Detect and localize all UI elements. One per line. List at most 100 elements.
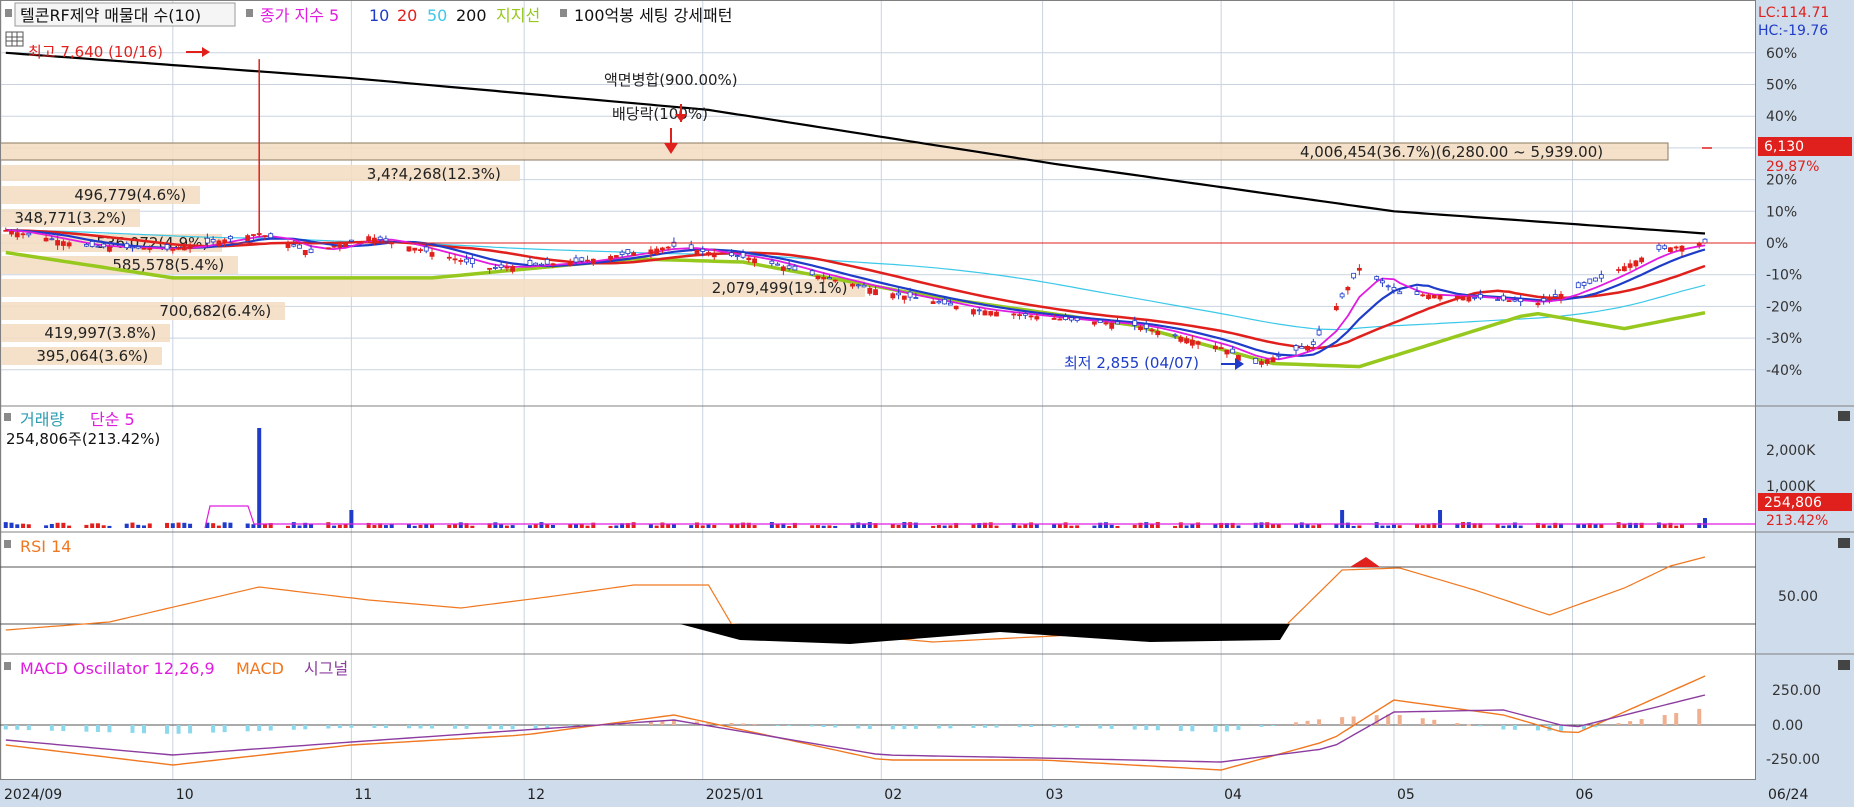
chart-canvas[interactable]: 4,006,454(36.7%)(6,280.00 ~ 5,939.00) 3,4… [0, 0, 1854, 807]
macd-histogram-bar [1144, 725, 1149, 730]
macd-histogram-bar [337, 725, 342, 729]
volume-bar [1518, 525, 1523, 528]
candle-body [1189, 339, 1195, 346]
volume-bar [26, 524, 31, 528]
macd-histogram-bar [1466, 724, 1471, 726]
volume-current-pct: 213.42% [1766, 513, 1828, 529]
legend-support[interactable]: 지지선 [496, 6, 540, 25]
candle-body [1224, 349, 1230, 355]
price-tick-label: 40% [1766, 109, 1797, 125]
candle-body [504, 266, 510, 269]
macd-histogram-bar [1674, 712, 1679, 725]
candle-body [1547, 298, 1552, 301]
rsi-panel-close-icon[interactable] [1838, 538, 1850, 548]
candle-body [1431, 294, 1437, 299]
legend-ma20[interactable]: 20 [397, 6, 417, 25]
macd-label[interactable]: MACD [236, 659, 284, 678]
candle-body [1679, 245, 1685, 252]
candle-body [660, 247, 665, 251]
macd-histogram-bar [453, 725, 458, 729]
volume-bar [1184, 525, 1189, 528]
legend-ma50[interactable]: 50 [427, 6, 447, 25]
macd-histogram-bar [464, 725, 469, 729]
volume-bar [1340, 510, 1345, 528]
candle-body [1132, 320, 1138, 326]
signal-label[interactable]: 시그널 [304, 659, 348, 678]
volume-bar [49, 523, 54, 528]
candle-body [1581, 282, 1587, 286]
macd-histogram-bar [1374, 715, 1379, 725]
macd-histogram-bar [61, 725, 66, 732]
volume-bar [1662, 524, 1667, 528]
candle-body [1495, 299, 1501, 301]
volume-ma-label[interactable]: 단순 5 [90, 410, 135, 429]
volume-bar [1438, 510, 1443, 528]
volume-title[interactable]: 거래량 [20, 410, 64, 429]
macd-histogram-bar [1697, 708, 1702, 725]
volume-bar [539, 522, 544, 528]
volume-bar [1351, 525, 1356, 528]
high-annotation: 최고 7,640 (10/16) [28, 43, 163, 61]
volume-bar [1616, 522, 1621, 528]
macd-tick-0: 0.00 [1772, 718, 1803, 734]
candle-body [1305, 345, 1310, 351]
volume-bar [251, 524, 256, 528]
price-tick-label: -40% [1766, 363, 1802, 379]
macd-histogram-bar [3, 725, 8, 730]
volume-bar [510, 525, 515, 528]
candle-body [1454, 295, 1460, 299]
candle-body [331, 245, 337, 248]
volume-bar [660, 522, 665, 528]
rsi-title[interactable]: RSI 14 [20, 537, 71, 556]
legend-ma200[interactable]: 200 [456, 6, 487, 25]
volume-bar [810, 525, 815, 528]
candle-body [107, 246, 112, 252]
volume-bar [286, 525, 291, 528]
volume-panel-close-icon[interactable] [1838, 411, 1850, 421]
candle-body [1587, 278, 1593, 284]
volume-profile-label: 3,4?4,268(12.3%) [367, 165, 501, 183]
volume-bar [1380, 525, 1385, 528]
macd-osc-title[interactable]: MACD Oscillator 12,26,9 [20, 659, 215, 678]
macd-histogram-bar [1317, 719, 1322, 725]
candle-body [527, 260, 533, 266]
volume-bar [988, 522, 993, 528]
price-tick-label: -10% [1766, 268, 1802, 284]
volume-bar [971, 524, 976, 528]
macd-panel-close-icon[interactable] [1838, 660, 1850, 670]
candle-body [141, 247, 147, 250]
legend-pattern[interactable]: 100억봉 세팅 강세패턴 [574, 6, 732, 25]
candle-body [1673, 246, 1679, 249]
volume-bar [147, 523, 152, 528]
candle-body [337, 244, 343, 248]
volume-bar [827, 525, 832, 528]
candle-body [1696, 243, 1702, 246]
candle-body [1103, 322, 1109, 325]
volume-bar [1069, 525, 1074, 528]
macd-histogram-bar [1420, 718, 1425, 725]
legend-marker [246, 9, 253, 17]
candle-body [383, 238, 389, 242]
macd-histogram-bar [856, 725, 861, 729]
macd-histogram-bar [1639, 719, 1644, 725]
volume-bar [95, 523, 100, 528]
macd-histogram-bar [107, 725, 112, 733]
candle-body [982, 310, 988, 316]
candle-body [1552, 294, 1558, 297]
candle-body [1155, 330, 1161, 336]
grid-table-icon[interactable] [5, 31, 24, 47]
candle-body [1627, 263, 1633, 268]
macd-histogram-bar [383, 725, 388, 729]
macd-histogram-bar [971, 725, 976, 728]
volume-profile-label: 700,682(6.4%) [159, 302, 271, 320]
candle-body [821, 277, 827, 280]
macd-histogram-bar [1017, 725, 1022, 728]
rsi-tick-50: 50.00 [1778, 589, 1818, 605]
candle-body [492, 266, 498, 269]
volume-bar [453, 524, 458, 528]
legend-ma10[interactable]: 10 [369, 6, 389, 25]
legend-close-ma5[interactable]: 종가 지수 5 [260, 6, 339, 25]
candle-body [1230, 348, 1236, 354]
volume-bar [867, 522, 872, 528]
volume-bar [309, 524, 314, 528]
